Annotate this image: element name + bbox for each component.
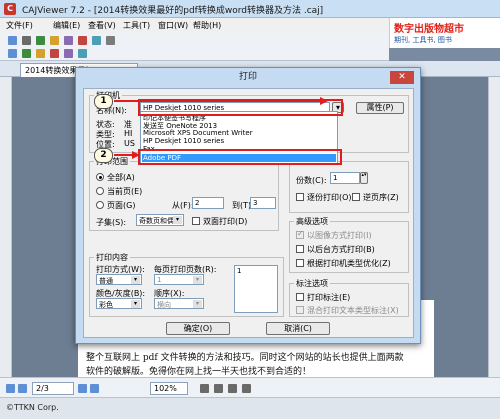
arrow-head-icon xyxy=(132,151,140,159)
callout-badge-1: 1 xyxy=(94,94,113,109)
callout-arrows xyxy=(114,97,328,159)
callout-badge-2: 2 xyxy=(94,148,113,163)
arrow-head-icon xyxy=(320,97,328,105)
